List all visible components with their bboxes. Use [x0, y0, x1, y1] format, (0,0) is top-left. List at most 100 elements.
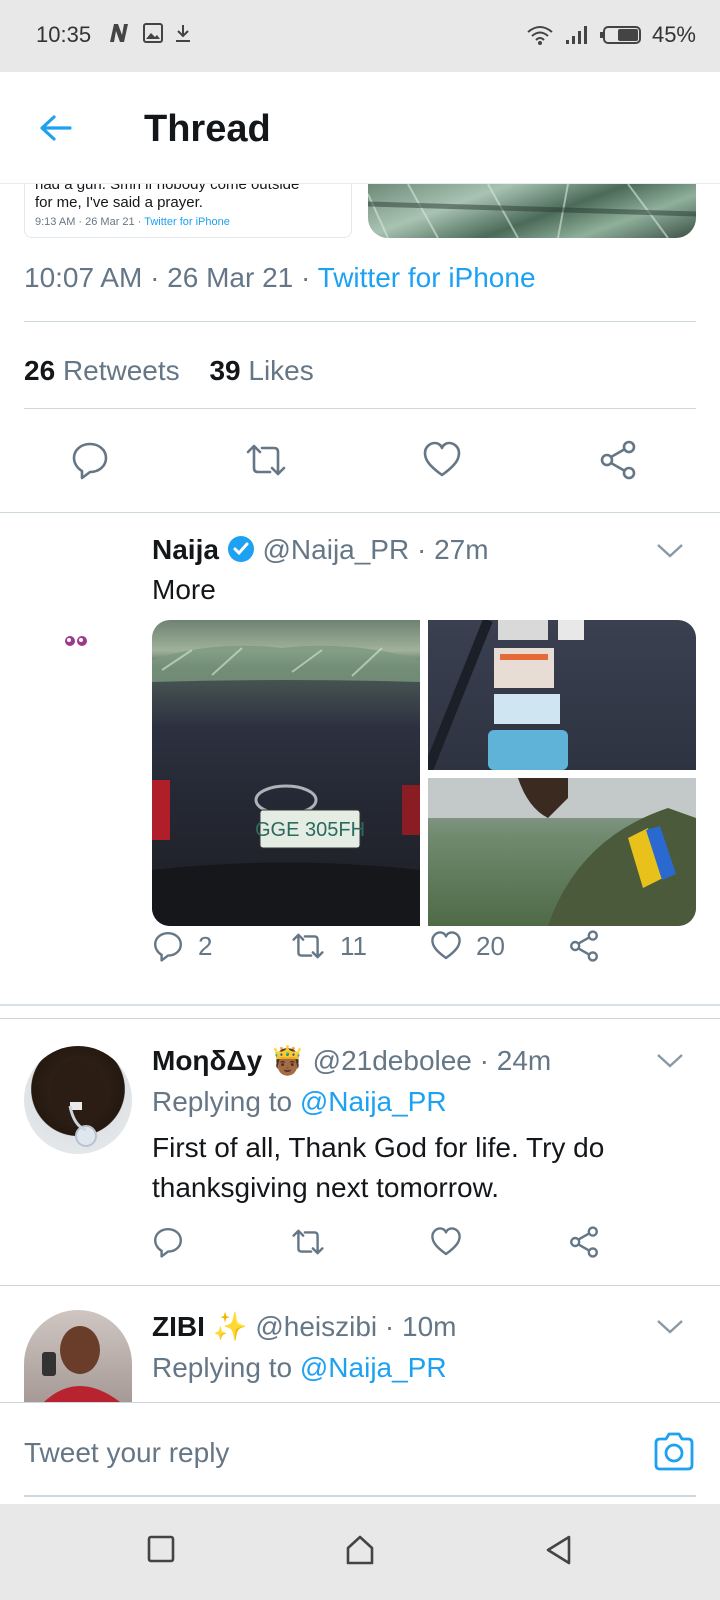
retweet-icon — [292, 933, 324, 959]
thread-separator — [0, 1004, 720, 1006]
like-count: 20 — [476, 930, 505, 961]
tweet-media-grid: GGE 305FH — [152, 620, 696, 926]
tweet-source[interactable]: Twitter for iPhone — [318, 262, 536, 293]
divider — [0, 512, 720, 513]
back-arrow-icon[interactable] — [36, 108, 76, 148]
tweet-time: 10:07 AM · 26 Mar 21 · — [24, 262, 318, 293]
share-icon[interactable] — [598, 440, 638, 480]
reply-icon — [154, 1228, 182, 1258]
download-icon — [176, 25, 190, 42]
input-underline — [24, 1495, 696, 1497]
chevron-down-icon[interactable] — [656, 1052, 684, 1070]
retweets-stat[interactable]: 26 Retweets — [24, 355, 180, 386]
display-name[interactable]: ΜοηδΔy — [152, 1045, 262, 1076]
retweets-count: 26 — [24, 355, 56, 386]
heart-icon[interactable] — [422, 440, 462, 480]
status-bar: 10:35 45% — [0, 0, 720, 72]
notification-icons — [108, 22, 194, 44]
battery-level: 45% — [651, 22, 696, 47]
share-icon — [570, 930, 598, 962]
divider — [24, 408, 696, 409]
status-right: 45% — [526, 22, 696, 48]
replying-to: Replying to @Naija_PR — [152, 1352, 447, 1384]
tweet-header: Naija @Naija_PR · 27m — [152, 534, 489, 566]
divider — [24, 321, 696, 322]
sparkles-emoji: ✨ — [212, 1311, 248, 1342]
replying-prefix: Replying to — [152, 1352, 300, 1383]
tweet-stats: 26 Retweets 39 Likes — [24, 355, 314, 387]
likes-label: Likes — [248, 355, 314, 386]
main-tweet-actions — [0, 440, 720, 510]
camera-icon[interactable] — [652, 1431, 696, 1471]
signal-icon — [565, 26, 587, 44]
likes-stat[interactable]: 39 Likes — [209, 355, 313, 386]
reply-action[interactable] — [152, 1226, 184, 1258]
verified-badge-icon — [227, 536, 254, 562]
replying-handle[interactable]: @Naija_PR — [300, 1086, 447, 1117]
quoted-tweet-cut-text: had a gun. Smh if nobody come outside — [35, 184, 300, 193]
share-action[interactable] — [568, 1226, 600, 1258]
person-photo[interactable] — [428, 778, 696, 926]
reply-composer: Tweet your reply — [0, 1402, 720, 1504]
handle-time: @heiszibi · 10m — [255, 1311, 457, 1342]
display-name[interactable]: ZIBI — [152, 1311, 205, 1342]
image-icon — [143, 23, 163, 43]
tweet-text: First of all, Thank God for life. Try do… — [152, 1132, 605, 1203]
retweet-count: 11 — [340, 930, 367, 961]
chevron-down-icon[interactable] — [656, 542, 684, 560]
handle-time: @Naija_PR · 27m — [262, 534, 489, 565]
share-action[interactable] — [568, 930, 600, 962]
retweet-action[interactable] — [290, 1226, 326, 1258]
reply-input[interactable]: Tweet your reply — [24, 1437, 229, 1469]
handle-time: @21debolee · 24m — [312, 1045, 552, 1076]
replying-handle[interactable]: @Naija_PR — [300, 1352, 447, 1383]
reply-action[interactable]: 2 — [152, 930, 212, 962]
page-title: Thread — [144, 108, 271, 150]
tweet-header: ΜοηδΔy 🤴🏾 @21debolee · 24m — [152, 1044, 551, 1077]
status-time: 10:35 — [36, 22, 92, 47]
share-icon — [570, 1226, 598, 1258]
tweet-header: ZIBI ✨ @heiszibi · 10m — [152, 1310, 456, 1343]
back-icon[interactable] — [544, 1534, 574, 1566]
retweet-icon[interactable] — [244, 440, 288, 480]
main-tweet-media[interactable] — [368, 184, 696, 238]
tweet-timestamp: 10:07 AM · 26 Mar 21 · Twitter for iPhon… — [24, 262, 536, 294]
avatar[interactable] — [24, 1046, 132, 1154]
tweet-text: More — [152, 574, 216, 605]
display-name[interactable]: Naija — [152, 534, 219, 565]
divider — [0, 1018, 720, 1019]
replying-to: Replying to @Naija_PR — [152, 1086, 447, 1118]
prince-emoji: 🤴🏾 — [270, 1045, 305, 1076]
quoted-tweet-meta: 9:13 AM · 26 Mar 21 · Twitter for iPhone — [35, 216, 341, 228]
reply-icon[interactable] — [70, 440, 110, 480]
replying-prefix: Replying to — [152, 1086, 300, 1117]
heart-icon — [431, 931, 461, 960]
license-plate-text: GGE 305FH — [255, 819, 365, 841]
quoted-tweet-source: Twitter for iPhone — [144, 216, 230, 228]
recents-icon[interactable] — [146, 1534, 176, 1564]
wifi-icon — [527, 26, 553, 45]
likes-count: 39 — [209, 355, 241, 386]
home-icon[interactable] — [344, 1534, 376, 1566]
naija-avatar — [65, 636, 87, 646]
quoted-tweet-text: for me, I've said a prayer. — [35, 194, 203, 211]
like-action[interactable]: 20 — [430, 930, 505, 962]
retweets-label: Retweets — [62, 355, 180, 386]
tweet-actions — [152, 1226, 612, 1266]
heart-icon — [431, 1227, 461, 1256]
reply-count: 2 — [198, 930, 213, 961]
app-bar: Thread — [0, 72, 720, 184]
car-rear-photo[interactable]: GGE 305FH — [152, 620, 420, 926]
windshield-stickers-photo[interactable] — [428, 620, 696, 770]
retweet-icon — [292, 1229, 324, 1255]
battery-icon — [599, 26, 641, 44]
like-action[interactable] — [430, 1226, 462, 1258]
chevron-down-icon[interactable] — [656, 1318, 684, 1336]
avatar[interactable] — [24, 1310, 132, 1402]
quoted-tweet-card[interactable]: had a gun. Smh if nobody come outside fo… — [24, 184, 352, 238]
divider — [0, 1285, 720, 1286]
system-nav-bar — [0, 1504, 720, 1600]
tweet-actions: 2 11 20 — [152, 930, 612, 970]
broken-glass-image — [368, 184, 696, 238]
retweet-action[interactable]: 11 — [290, 930, 367, 962]
